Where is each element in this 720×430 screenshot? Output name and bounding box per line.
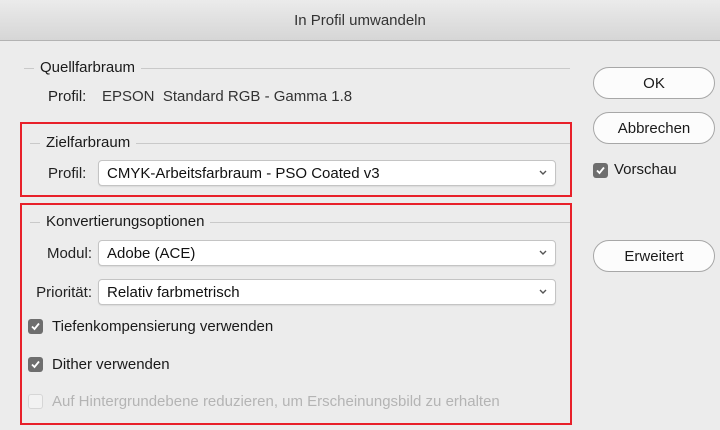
- chevron-down-icon: [539, 289, 547, 294]
- advanced-button[interactable]: Erweitert: [593, 240, 715, 272]
- cancel-button[interactable]: Abbrechen: [593, 112, 715, 144]
- chevron-down-icon: [539, 170, 547, 175]
- depth-compensation-checkbox[interactable]: [28, 319, 43, 334]
- title-bar: In Profil umwandeln: [0, 0, 720, 41]
- checkmark-icon: [31, 322, 40, 331]
- target-space-legend: Zielfarbraum: [40, 134, 137, 151]
- dither-checkbox[interactable]: [28, 357, 43, 372]
- conversion-legend: Konvertierungsoptionen: [40, 213, 211, 230]
- flatten-label: Auf Hintergrundebene reduzieren, um Ersc…: [52, 393, 500, 410]
- module-label: Modul:: [46, 245, 92, 262]
- ok-button[interactable]: OK: [593, 67, 715, 99]
- checkmark-icon: [31, 360, 40, 369]
- target-profile-select[interactable]: CMYK-Arbeitsfarbraum - PSO Coated v3: [98, 160, 556, 186]
- preview-checkbox[interactable]: [593, 163, 608, 178]
- depth-compensation-label[interactable]: Tiefenkompensierung verwenden: [52, 318, 273, 335]
- ok-button-label: OK: [643, 74, 665, 92]
- target-profile-label: Profil:: [48, 165, 87, 182]
- priority-label: Priorität:: [36, 284, 92, 301]
- dither-label[interactable]: Dither verwenden: [52, 356, 170, 373]
- target-profile-selected: CMYK-Arbeitsfarbraum - PSO Coated v3: [107, 164, 380, 182]
- priority-select[interactable]: Relativ farbmetrisch: [98, 279, 556, 305]
- flatten-checkbox: [28, 394, 43, 409]
- preview-label[interactable]: Vorschau: [614, 161, 677, 178]
- checkmark-icon: [596, 166, 605, 175]
- advanced-button-label: Erweitert: [624, 247, 684, 265]
- source-space-legend: Quellfarbraum: [34, 59, 142, 76]
- source-profile-value: EPSON Standard RGB - Gamma 1.8: [102, 88, 353, 105]
- module-select[interactable]: Adobe (ACE): [98, 240, 556, 266]
- cancel-button-label: Abbrechen: [617, 119, 691, 137]
- window-title: In Profil umwandeln: [294, 11, 426, 29]
- priority-selected: Relativ farbmetrisch: [107, 283, 240, 301]
- module-selected: Adobe (ACE): [107, 244, 196, 262]
- source-profile-label: Profil:: [48, 88, 87, 105]
- chevron-down-icon: [539, 250, 547, 255]
